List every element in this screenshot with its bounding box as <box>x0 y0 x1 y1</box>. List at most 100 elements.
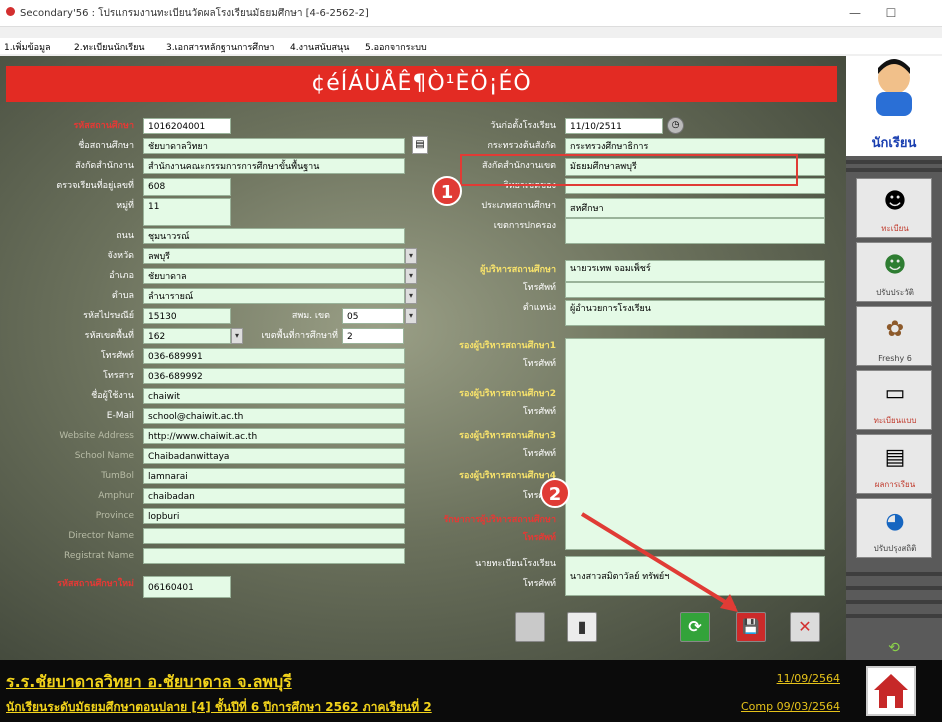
registrar-en-field[interactable] <box>143 548 405 564</box>
menu-item-exit[interactable]: 5.ออกจากระบบ <box>365 40 427 54</box>
butterfly-icon: ✿ <box>885 317 905 342</box>
founded-date-field[interactable]: 11/10/2511 <box>565 118 663 134</box>
label-website: Website Address <box>59 431 134 441</box>
clipboard-icon: ▤ <box>884 445 906 470</box>
sidebar-item-registry[interactable]: ☻ ทะเบียน <box>856 178 932 238</box>
close-button[interactable]: ✕ <box>790 612 820 642</box>
label-postcode: รหัสไปรษณีย์ <box>83 311 134 321</box>
ministry-field[interactable]: กระทรวงศึกษาธิการ <box>565 138 825 154</box>
director-phone-field[interactable] <box>565 282 825 298</box>
step-marker-1: 1 <box>432 176 462 206</box>
chevron-down-icon[interactable]: ▾ <box>405 248 417 264</box>
school-info-panel: ¢éÍÁÙÅÊ¶Ò¹ÈÖ¡ÉÒ รหัสสถานศึกษา ชื่อสถานศึ… <box>0 56 846 660</box>
sync-icon[interactable]: ⟲ <box>886 640 902 656</box>
refresh-button[interactable]: ⟳ <box>680 612 710 642</box>
chevron-down-icon[interactable]: ▾ <box>405 288 417 304</box>
email-field[interactable]: school@chaiwit.ac.th <box>143 408 405 424</box>
label-email: E-Mail <box>106 411 134 421</box>
username-field[interactable]: chaiwit <box>143 388 405 404</box>
tumbol-en-field[interactable]: lamnarai <box>143 468 405 484</box>
calendar-icon[interactable]: ◷ <box>667 117 684 134</box>
label-deputy-3-phone: โทรศัพท์ <box>522 449 556 459</box>
label-registrar-en: Registrat Name <box>64 551 134 561</box>
label-province: จังหวัด <box>107 251 135 261</box>
postcode-field[interactable]: 15130 <box>143 308 231 324</box>
notebook-icon: ▭ <box>884 381 906 406</box>
moo-field[interactable]: 11 <box>143 198 231 226</box>
student-red-icon: ☻ <box>883 189 907 214</box>
position-field[interactable]: ผู้อำนวยการโรงเรียน <box>565 300 825 326</box>
menu-item-support[interactable]: 4.งานสนับสนุน <box>290 40 349 54</box>
sidebar-item-history[interactable]: ☻ ปรับประวัติ <box>856 242 932 302</box>
address-no-field[interactable]: 608 <box>143 178 231 196</box>
divider <box>846 586 942 590</box>
road-field[interactable]: ชุมนาวรณ์ <box>143 228 405 244</box>
label-deputy-1-phone: โทรศัพท์ <box>522 359 556 369</box>
arrow-annotation <box>580 512 738 612</box>
label-acting-director-phone: โทรศัพท์ <box>522 533 556 543</box>
phone-field[interactable]: 036-689991 <box>143 348 405 364</box>
student-avatar-icon <box>876 59 912 116</box>
fax-field[interactable]: 036-689992 <box>143 368 405 384</box>
app-logo-icon <box>6 7 15 16</box>
amphur-select[interactable]: ชัยบาดาล <box>143 268 405 284</box>
label-province-en: Province <box>95 511 134 521</box>
chevron-down-icon[interactable]: ▾ <box>231 328 243 344</box>
label-new-school-code: รหัสสถานศึกษาใหม่ <box>57 579 134 589</box>
province-select[interactable]: ลพบุรี <box>143 248 405 264</box>
school-name-field[interactable]: ชัยบาดาลวิทยา <box>143 138 405 154</box>
label-district: เขตการปกครอง <box>493 221 556 231</box>
label-office: สังกัดสำนักงาน <box>75 161 134 171</box>
minimize-button[interactable]: — <box>840 4 870 22</box>
tambon-select[interactable]: ลำนารายณ์ <box>143 288 405 304</box>
profile-area: นักเรียน <box>846 56 942 156</box>
label-deputy-2: รองผู้บริหารสถานศึกษา2 <box>459 389 556 399</box>
class-line: นักเรียนระดับมัธยมศึกษาตอนปลาย [4] ชั้นป… <box>6 700 432 714</box>
sidebar-item-grades[interactable]: ▤ ผลการเรียน <box>856 434 932 494</box>
school-code-field[interactable]: 1016204001 <box>143 118 231 134</box>
home-button[interactable] <box>866 666 916 716</box>
sidebar-item-label: Freshy 6 <box>878 354 912 363</box>
divider <box>846 572 942 576</box>
new-school-code-field[interactable]: 06160401 <box>143 576 231 598</box>
school-line: ร.ร.ชัยบาดาลวิทยา อ.ชัยบาดาล จ.ลพบุรี <box>6 672 292 691</box>
director-field[interactable]: นายวรเทพ จอมเพ็ชร์ <box>565 260 825 282</box>
province-en-field[interactable]: lopburi <box>143 508 405 524</box>
label-deputy-4-phone: โทรศัพท์ <box>420 488 556 504</box>
sidebar-item-freshy[interactable]: ✿ Freshy 6 <box>856 306 932 366</box>
menu-bar: 1.เพิ่มข้อมูล 2.ทะเบียนนักเรียน 3.เอกสาร… <box>0 38 942 54</box>
sidebar-item-label: ปรับประวัติ <box>876 288 914 297</box>
area-code-select[interactable]: 162 <box>143 328 231 344</box>
district-field[interactable] <box>565 218 825 244</box>
spm-area-select[interactable]: 05 <box>342 308 404 324</box>
school-type-field[interactable]: สหศึกษา <box>565 198 825 218</box>
label-tambon: ตำบล <box>111 291 134 301</box>
label-school-name: ชื่อสถานศึกษา <box>78 141 134 151</box>
label-school-name-en: School Name <box>74 451 134 461</box>
menu-item-add-data[interactable]: 1.เพิ่มข้อมูล <box>4 40 51 54</box>
blank-button[interactable] <box>515 612 545 642</box>
label-registrar-phone: โทรศัพท์ <box>522 579 556 589</box>
sidebar-item-forms[interactable]: ▭ ทะเบียนแบบ <box>856 370 932 430</box>
sidebar: นักเรียน ☻ ทะเบียน ☻ ปรับประวัติ ✿ Fresh… <box>846 56 942 660</box>
education-area-field[interactable]: 2 <box>342 328 404 344</box>
label-director: ผู้บริหารสถานศึกษา <box>480 265 556 275</box>
chevron-down-icon[interactable]: ▾ <box>405 308 417 324</box>
chevron-down-icon[interactable]: ▾ <box>405 268 417 284</box>
date-label: 11/09/2564 <box>776 672 840 685</box>
label-area-code: รหัสเขตพื้นที่ <box>84 331 134 341</box>
sidebar-item-label: ปรับปรุงสถิติ <box>873 544 917 553</box>
website-field[interactable]: http://www.chaiwit.ac.th <box>143 428 405 444</box>
document-button[interactable]: ▮ <box>567 612 597 642</box>
menu-item-student-registry[interactable]: 2.ทะเบียนนักเรียน <box>74 40 145 54</box>
amphur-en-field[interactable]: chaibadan <box>143 488 405 504</box>
home-icon <box>874 674 908 708</box>
sidebar-item-statistics[interactable]: ◕ ปรับปรุงสถิติ <box>856 498 932 558</box>
director-en-field[interactable] <box>143 528 405 544</box>
maximize-button[interactable]: ☐ <box>876 4 906 22</box>
school-name-en-field[interactable]: Chaibadanwittaya <box>143 448 405 464</box>
save-button[interactable]: 💾 <box>736 612 766 642</box>
label-position: ตำแหน่ง <box>522 303 556 313</box>
menu-item-documents[interactable]: 3.เอกสารหลักฐานการศึกษา <box>166 40 274 54</box>
office-field[interactable]: สำนักงานคณะกรรมการการศึกษาขั้นพื้นฐาน <box>143 158 405 174</box>
